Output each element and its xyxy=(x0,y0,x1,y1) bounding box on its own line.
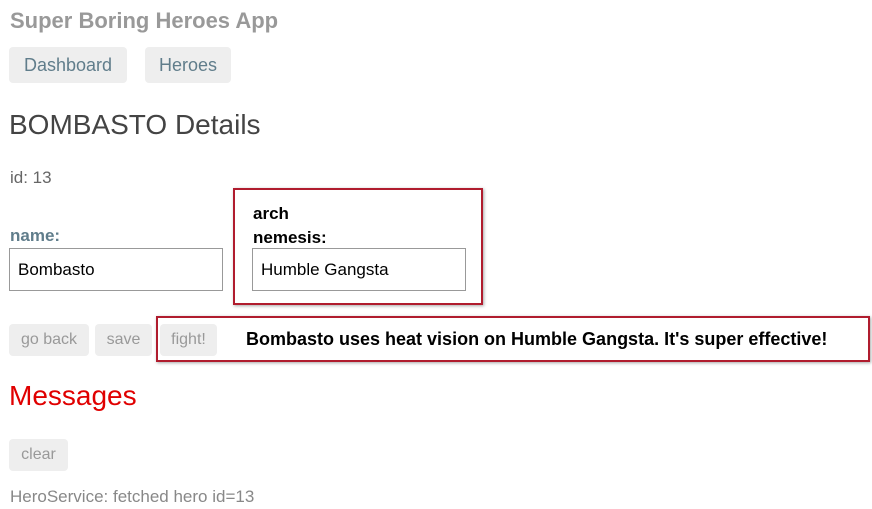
save-button[interactable]: save xyxy=(95,324,152,356)
nav-link-heroes[interactable]: Heroes xyxy=(145,47,231,83)
app-title: Super Boring Heroes App xyxy=(10,8,279,33)
go-back-button[interactable]: go back xyxy=(9,324,89,356)
arch-nemesis-highlight: arch nemesis: xyxy=(233,188,483,305)
fight-highlight: fight! Bombasto uses heat vision on Humb… xyxy=(156,316,870,362)
hero-name-input[interactable] xyxy=(9,248,223,291)
fight-result-message: Bombasto uses heat vision on Humble Gang… xyxy=(246,329,828,349)
name-label: name: xyxy=(10,226,61,245)
hero-id: id: 13 xyxy=(10,168,52,187)
arch-nemesis-label: arch nemesis: xyxy=(253,204,327,247)
messages-title: Messages xyxy=(9,380,137,411)
message-item: HeroService: fetched hero id=13 xyxy=(10,487,255,506)
arch-nemesis-input[interactable] xyxy=(252,248,466,291)
clear-messages-button[interactable]: clear xyxy=(9,439,68,471)
hero-detail-title: BOMBASTO Details xyxy=(9,109,261,140)
fight-button[interactable]: fight! xyxy=(160,324,217,356)
nav-link-dashboard[interactable]: Dashboard xyxy=(9,47,127,83)
